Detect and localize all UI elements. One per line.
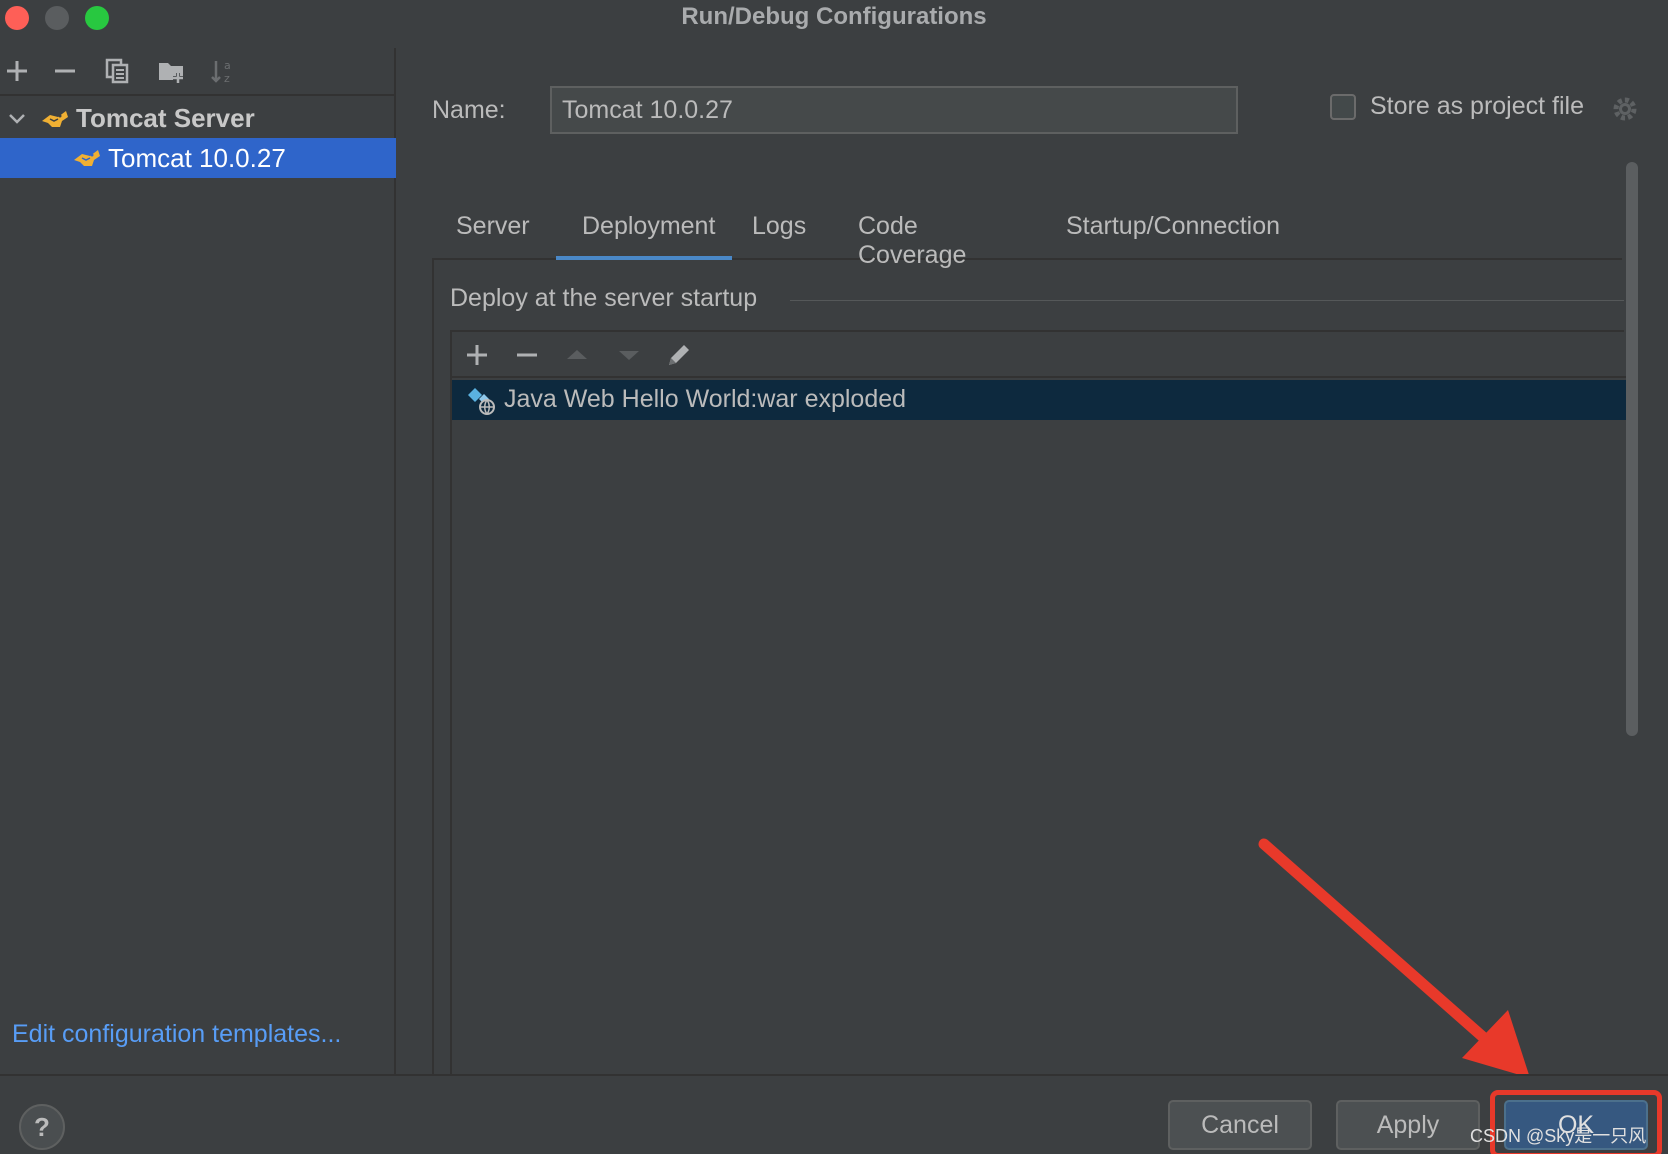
section-divider bbox=[790, 300, 1624, 301]
plus-icon bbox=[467, 345, 487, 365]
tree-group-tomcat-server[interactable]: Tomcat Server bbox=[0, 100, 396, 138]
list-item[interactable]: Java Web Hello World:war exploded bbox=[452, 380, 1626, 420]
svg-text:a: a bbox=[224, 59, 231, 72]
scrollbar-thumb[interactable] bbox=[1626, 162, 1638, 736]
dialog-button-bar: ? Cancel Apply OK bbox=[0, 1074, 1668, 1154]
artifact-list-toolbar bbox=[452, 332, 1626, 378]
tab-code-coverage[interactable]: Code Coverage bbox=[842, 198, 1032, 269]
move-up-button[interactable] bbox=[560, 338, 594, 372]
minus-icon bbox=[55, 69, 75, 73]
remove-configuration-button[interactable] bbox=[48, 54, 82, 88]
tomcat-icon bbox=[74, 150, 100, 166]
window-title: Run/Debug Configurations bbox=[681, 3, 987, 30]
tree-item-tomcat-configuration[interactable]: Tomcat 10.0.27 bbox=[0, 138, 396, 178]
edit-configuration-templates-link[interactable]: Edit configuration templates... bbox=[12, 1020, 341, 1049]
tree-item-label: Tomcat 10.0.27 bbox=[108, 143, 286, 173]
move-down-button[interactable] bbox=[612, 338, 646, 372]
gear-icon[interactable] bbox=[1610, 94, 1640, 124]
copy-configuration-button[interactable] bbox=[100, 54, 134, 88]
minus-icon bbox=[517, 353, 537, 357]
tree-group-label: Tomcat Server bbox=[76, 103, 255, 133]
sort-button[interactable]: az bbox=[206, 54, 240, 88]
watermark: CSDN @Sky是一只风 bbox=[1470, 1126, 1647, 1146]
remove-artifact-button[interactable] bbox=[510, 338, 544, 372]
apply-button[interactable]: Apply bbox=[1336, 1100, 1480, 1150]
store-as-project-file-checkbox[interactable] bbox=[1330, 94, 1356, 120]
new-folder-button[interactable] bbox=[154, 54, 188, 88]
web-artifact-icon bbox=[468, 388, 495, 415]
arrow-up-icon bbox=[567, 350, 587, 359]
name-input[interactable] bbox=[550, 86, 1238, 134]
tab-deployment[interactable]: Deployment bbox=[556, 198, 732, 260]
store-as-project-file-label[interactable]: Store as project file bbox=[1370, 92, 1584, 121]
sort-alphabetically-icon: az bbox=[211, 59, 231, 85]
sidebar-toolbar: az bbox=[0, 48, 396, 96]
tomcat-icon bbox=[42, 111, 68, 127]
chevron-down-icon[interactable] bbox=[4, 106, 30, 132]
configuration-editor: Name: Store as project file Server Deplo… bbox=[398, 48, 1668, 1074]
add-configuration-button[interactable] bbox=[0, 54, 34, 88]
help-button[interactable]: ? bbox=[19, 1104, 65, 1150]
svg-text:z: z bbox=[224, 72, 230, 85]
artifact-list: Java Web Hello World:war exploded bbox=[450, 330, 1626, 1074]
cancel-button[interactable]: Cancel bbox=[1168, 1100, 1312, 1150]
plus-icon bbox=[7, 61, 27, 81]
deployment-panel: Deploy at the server startup Java Web He… bbox=[432, 260, 1626, 1074]
arrow-down-icon bbox=[619, 351, 639, 360]
title-bar: Run/Debug Configurations bbox=[0, 0, 1668, 36]
section-title: Deploy at the server startup bbox=[450, 284, 758, 312]
tab-server[interactable]: Server bbox=[432, 198, 550, 260]
pencil-icon bbox=[669, 345, 689, 365]
copy-icon bbox=[105, 58, 129, 84]
artifact-label: Java Web Hello World:war exploded bbox=[504, 385, 907, 413]
edit-artifact-button[interactable] bbox=[662, 338, 696, 372]
configuration-tabs: Server Deployment Logs Code Coverage Sta… bbox=[432, 198, 1622, 269]
folder-add-icon bbox=[159, 63, 183, 83]
add-artifact-button[interactable] bbox=[460, 338, 494, 372]
tab-logs[interactable]: Logs bbox=[742, 198, 832, 260]
tab-startup-connection[interactable]: Startup/Connection bbox=[1052, 198, 1292, 260]
configurations-sidebar: az Tomcat Server Tomcat 10.0.27 Edit con… bbox=[0, 48, 396, 1074]
name-label: Name: bbox=[432, 96, 506, 124]
